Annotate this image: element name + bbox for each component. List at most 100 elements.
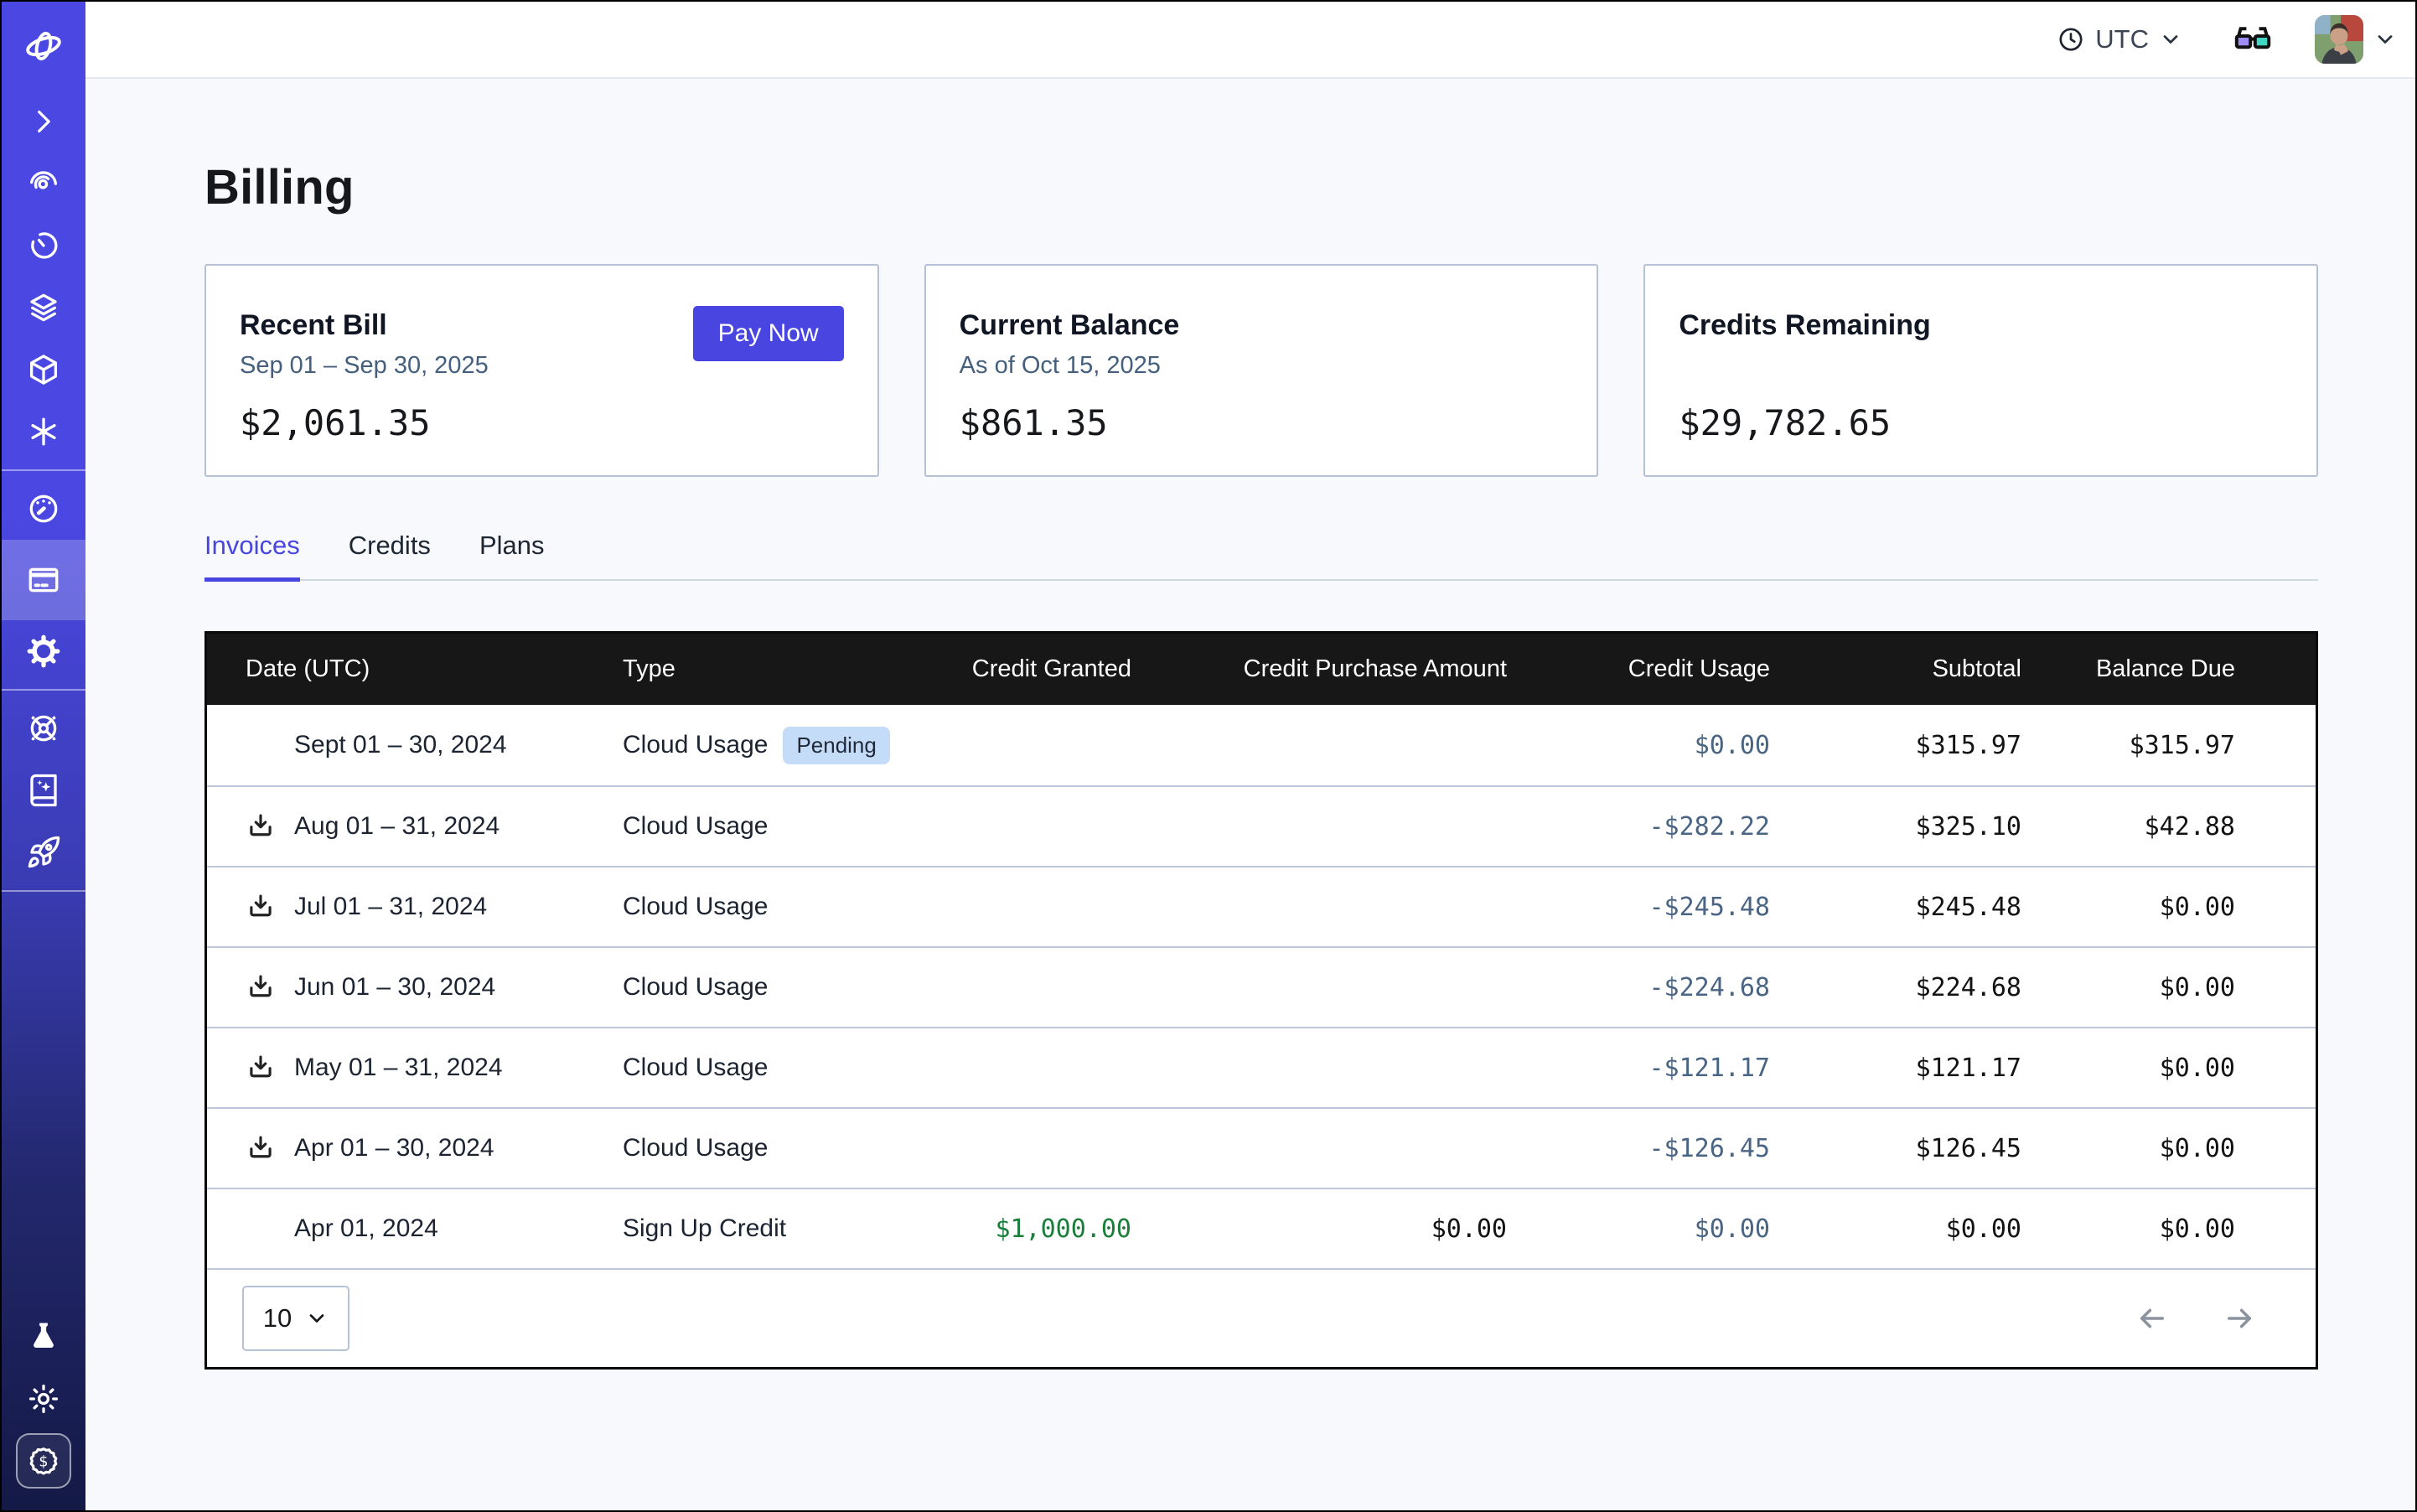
balance-due-cell: $0.00 — [2023, 1054, 2316, 1083]
download-invoice-icon[interactable] — [246, 972, 276, 1002]
app-window: $ UTC — [0, 0, 2417, 1512]
invoice-date-cell: Jul 01 – 31, 2024 — [207, 892, 590, 922]
page-size-value: 10 — [263, 1303, 292, 1333]
invoice-type-cell: Cloud Usage — [590, 1134, 924, 1162]
timer-icon — [26, 228, 61, 263]
sun-icon — [26, 1381, 61, 1416]
spiral-icon — [26, 166, 61, 201]
tab-invoices[interactable]: Invoices — [204, 531, 300, 579]
recent-bill-amount: $2,061.35 — [240, 402, 844, 443]
sidebar-item-settings[interactable] — [2, 620, 85, 682]
col-credit-usage: Credit Usage — [1510, 655, 1772, 683]
invoice-date: Apr 01, 2024 — [294, 1214, 438, 1243]
gauge-icon — [26, 491, 61, 526]
table-row: Apr 01 – 30, 2024Cloud Usage-$126.45$126… — [207, 1107, 2316, 1188]
credit-usage-cell: -$282.22 — [1510, 812, 1772, 841]
balance-due-cell: $315.97 — [2023, 731, 2316, 760]
download-invoice-icon[interactable] — [246, 811, 276, 841]
sidebar-item-theme[interactable] — [2, 1368, 85, 1430]
topbar: UTC — [85, 2, 2415, 79]
credits-remaining-amount: $29,782.65 — [1679, 402, 2283, 443]
sidebar-item-docs[interactable] — [2, 759, 85, 821]
3d-glasses-icon[interactable] — [2231, 23, 2275, 56]
sidebar-item-spiral[interactable] — [2, 153, 85, 215]
layers-icon — [26, 290, 61, 325]
table-row: Apr 01, 2024Sign Up Credit$1,000.00$0.00… — [207, 1188, 2316, 1268]
credit-card-icon — [26, 562, 61, 598]
invoice-date: Jul 01 – 31, 2024 — [294, 893, 487, 921]
gear-icon — [26, 634, 61, 669]
sidebar-item-billing[interactable] — [2, 540, 85, 620]
credit-usage-cell: -$121.17 — [1510, 1054, 1772, 1083]
credit-usage-cell: -$126.45 — [1510, 1134, 1772, 1163]
credit-usage-cell: -$224.68 — [1510, 973, 1772, 1002]
chevron-down-icon — [2159, 28, 2182, 51]
sidebar-item-expand-sidebar[interactable] — [2, 91, 85, 153]
chevron-down-icon — [305, 1307, 329, 1330]
summary-cards: Recent Bill Sep 01 – Sep 30, 2025 $2,061… — [204, 264, 2318, 477]
invoice-type: Cloud Usage — [623, 812, 768, 841]
invoice-type-cell: Cloud Usage — [590, 1054, 924, 1082]
sidebar: $ — [2, 2, 85, 1510]
credit-usage-cell: -$245.48 — [1510, 893, 1772, 922]
sidebar-item-timer[interactable] — [2, 215, 85, 277]
sidebar-item-asterisk[interactable] — [2, 401, 85, 463]
invoice-type-cell: Sign Up Credit — [590, 1214, 924, 1243]
billing-tabs: Invoices Credits Plans — [204, 531, 2318, 581]
invoice-date-cell: May 01 – 31, 2024 — [207, 1053, 590, 1083]
balance-due-cell: $0.00 — [2023, 1214, 2316, 1244]
user-menu[interactable] — [2315, 15, 2397, 64]
sidebar-item-labs[interactable] — [2, 1306, 85, 1368]
current-balance-card: Current Balance As of Oct 15, 2025 $861.… — [924, 264, 1599, 477]
page-size-select[interactable]: 10 — [242, 1286, 349, 1351]
invoice-type-cell: Cloud Usage — [590, 812, 924, 841]
asterisk-icon — [26, 414, 61, 449]
table-row: Jun 01 – 30, 2024 Cloud Usage -$224.68$224… — [207, 946, 2316, 1027]
pagination: 10 — [207, 1268, 2316, 1367]
subtotal-cell: $325.10 — [1772, 812, 2023, 841]
invoice-date-cell: Sept 01 – 30, 2024 — [207, 731, 590, 759]
sidebar-item-credits[interactable]: $ — [2, 1430, 85, 1492]
col-credit-purchase: Credit Purchase Amount — [1143, 655, 1510, 683]
download-invoice-icon[interactable] — [246, 892, 276, 922]
invoice-date-cell: Apr 01 – 30, 2024 — [207, 1133, 590, 1163]
previous-page-button[interactable] — [2135, 1301, 2170, 1336]
download-invoice-icon[interactable] — [246, 1053, 276, 1083]
sidebar-item-usage[interactable] — [2, 478, 85, 540]
subtotal-cell: $224.68 — [1772, 973, 2023, 1002]
pay-now-button[interactable]: Pay Now — [693, 306, 844, 361]
invoice-date: Aug 01 – 31, 2024 — [294, 812, 499, 841]
card-title: Credits Remaining — [1679, 309, 2283, 342]
sidebar-item-cube[interactable] — [2, 339, 85, 401]
credit-usage-cell: $0.00 — [1510, 1214, 1772, 1244]
subtotal-cell: $0.00 — [1772, 1214, 2023, 1244]
sidebar-item-wheel[interactable] — [2, 697, 85, 759]
tab-plans[interactable]: Plans — [479, 531, 545, 579]
clock-icon — [2057, 25, 2085, 54]
invoice-type-cell: Cloud Usage — [590, 893, 924, 921]
invoice-type: Sign Up Credit — [623, 1214, 786, 1243]
page-title: Billing — [204, 159, 2318, 215]
table-row: May 01 – 31, 2024Cloud Usage-$121.17$121… — [207, 1027, 2316, 1107]
credit-usage-cell: $0.00 — [1510, 731, 1772, 760]
timezone-selector[interactable]: UTC — [2057, 24, 2182, 54]
invoice-type: Cloud Usage — [623, 731, 768, 759]
col-subtotal: Subtotal — [1772, 655, 2023, 683]
invoice-type: Cloud Usage — [623, 1054, 768, 1082]
invoice-type: Cloud Usage — [623, 973, 768, 1002]
table-body: Sept 01 – 30, 2024Cloud UsagePending$0.0… — [207, 705, 2316, 1268]
table-row: Sept 01 – 30, 2024Cloud UsagePending$0.0… — [207, 705, 2316, 785]
download-invoice-icon[interactable] — [246, 1133, 276, 1163]
timezone-label: UTC — [2095, 24, 2149, 54]
col-balance-due: Balance Due — [2023, 655, 2316, 683]
sidebar-item-launch[interactable] — [2, 821, 85, 883]
sidebar-item-logo[interactable] — [2, 2, 85, 91]
sidebar-item-layers[interactable] — [2, 277, 85, 339]
tab-credits[interactable]: Credits — [349, 531, 431, 579]
invoice-date: Apr 01 – 30, 2024 — [294, 1134, 494, 1162]
invoice-date-cell: Jun 01 – 30, 2024 — [207, 972, 590, 1002]
next-page-button[interactable] — [2222, 1301, 2257, 1336]
flask-icon — [26, 1319, 61, 1354]
avatar[interactable] — [2315, 15, 2363, 64]
invoices-table: Date (UTC) Type Credit Granted Credit Pu… — [204, 631, 2318, 1370]
